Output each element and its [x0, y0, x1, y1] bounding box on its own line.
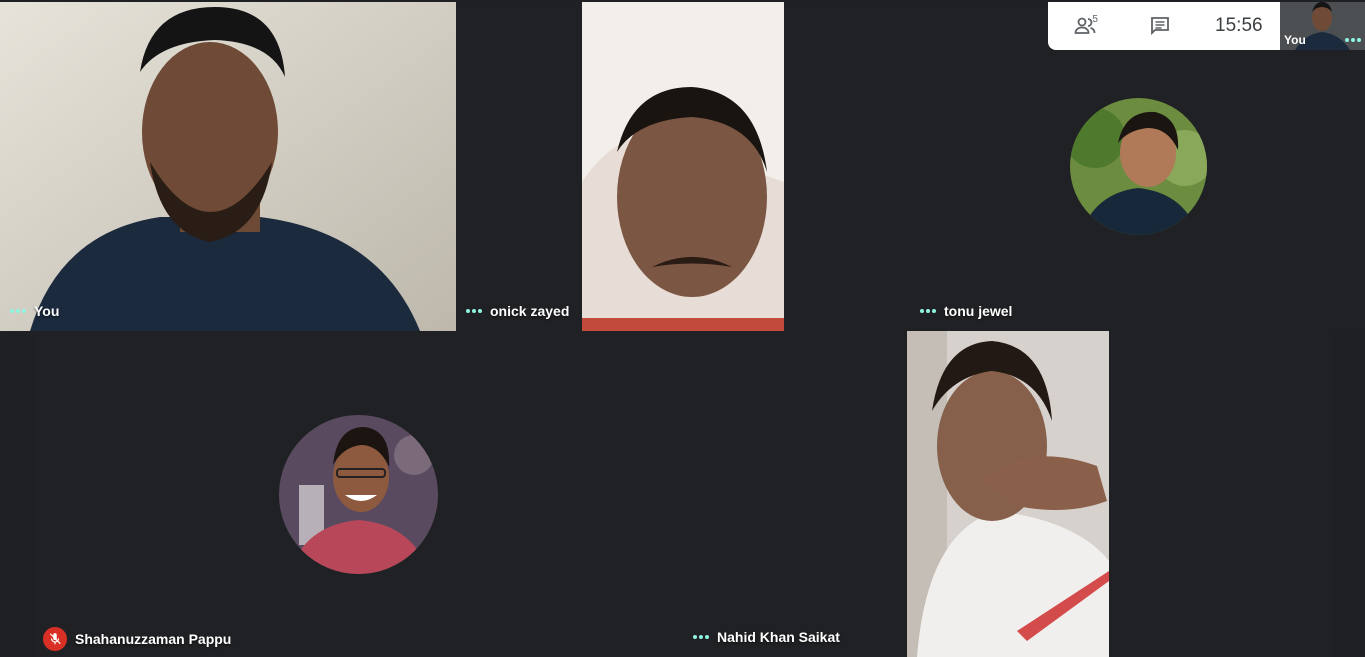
avatar: [279, 415, 438, 574]
participant-label: Nahid Khan Saikat: [693, 629, 840, 645]
participant-name: onick zayed: [490, 303, 570, 319]
participant-label: Shahanuzzaman Pappu: [43, 627, 231, 651]
audio-activity-icon: [693, 635, 709, 639]
meeting-clock: 15:56: [1215, 15, 1263, 36]
video-feed-onick-zayed: [582, 2, 784, 331]
participant-name: Nahid Khan Saikat: [717, 629, 840, 645]
video-feed-nahid-khan-saikat: [907, 331, 1109, 657]
participant-tile-tonu-jewel[interactable]: tonu jewel: [910, 2, 1365, 331]
mic-off-icon: [43, 627, 67, 651]
chat-button[interactable]: [1140, 6, 1180, 46]
participant-name: tonu jewel: [944, 303, 1013, 319]
self-view-label: You: [1284, 33, 1306, 47]
participant-label: tonu jewel: [920, 303, 1012, 319]
participant-name: You: [34, 303, 60, 319]
participant-tile-nahid-khan-saikat[interactable]: Nahid Khan Saikat: [683, 331, 1332, 657]
self-view-thumbnail[interactable]: You: [1280, 2, 1365, 50]
participants-count: 5: [1092, 14, 1098, 25]
participant-label: onick zayed: [466, 303, 569, 319]
participant-tile-onick-zayed[interactable]: onick zayed: [456, 2, 910, 331]
participants-button[interactable]: 5: [1065, 6, 1105, 46]
audio-activity-icon: [466, 309, 482, 313]
video-feed-you: [0, 2, 456, 331]
participant-tile-shahanuzzaman-pappu[interactable]: Shahanuzzaman Pappu: [35, 331, 683, 657]
participant-tile-you[interactable]: You: [0, 2, 456, 331]
participant-name: Shahanuzzaman Pappu: [75, 631, 232, 647]
audio-activity-icon: [920, 309, 936, 313]
audio-activity-icon: [1345, 38, 1361, 42]
meeting-toolbar: 5 15:56: [1048, 2, 1280, 50]
chat-icon: [1151, 17, 1170, 36]
participant-label: You: [10, 303, 59, 319]
audio-activity-icon: [10, 309, 26, 313]
avatar: [1070, 98, 1207, 235]
